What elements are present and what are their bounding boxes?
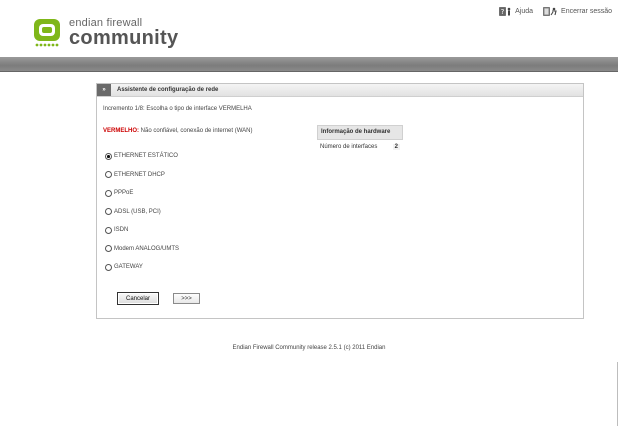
- top-links: ? Ajuda Encerrar sessão: [499, 7, 612, 16]
- option-label: ETHERNET DHCP: [114, 171, 165, 178]
- wizard-panel: » Assistente de configuração de rede Inc…: [96, 83, 584, 319]
- zone-label: VERMELHO:: [103, 128, 139, 134]
- option-adsl[interactable]: ADSL (USB, PCI): [105, 203, 179, 222]
- radio-button[interactable]: [105, 189, 112, 197]
- radio-button[interactable]: [105, 171, 112, 179]
- radio-button[interactable]: [105, 152, 112, 160]
- option-isdn[interactable]: ISDN: [105, 221, 179, 240]
- interface-options: ETHERNET ESTÁTICO ETHERNET DHCP PPPoE AD…: [105, 147, 179, 277]
- hardware-info-title: Informação de hardware: [317, 125, 403, 140]
- double-chevron-icon: »: [97, 84, 111, 96]
- radio-button[interactable]: [105, 263, 112, 271]
- logout-label: Encerrar sessão: [561, 8, 612, 15]
- interfaces-label: Número de interfaces: [320, 144, 378, 150]
- option-label: GATEWAY: [114, 264, 143, 271]
- page: ? Ajuda Encerrar sessão endian firewall …: [0, 0, 618, 426]
- option-label: ISDN: [114, 227, 129, 234]
- radio-button[interactable]: [105, 226, 112, 234]
- option-modem-analog-umts[interactable]: Modem ANALOG/UMTS: [105, 240, 179, 259]
- step-text: Incremento 1/8: Escolha o tipo de interf…: [103, 106, 252, 112]
- header-bar: [0, 57, 618, 72]
- zone-description: VERMELHO: Não confiável, conexão de inte…: [103, 128, 253, 134]
- option-ethernet-dhcp[interactable]: ETHERNET DHCP: [105, 166, 179, 185]
- option-label: ETHERNET ESTÁTICO: [114, 153, 178, 160]
- option-ethernet-static[interactable]: ETHERNET ESTÁTICO: [105, 147, 179, 166]
- help-link[interactable]: ? Ajuda: [499, 7, 533, 16]
- option-label: PPPoE: [114, 190, 134, 197]
- interfaces-value: 2: [392, 144, 400, 150]
- option-label: Modem ANALOG/UMTS: [114, 245, 180, 252]
- logo-line2: community: [69, 27, 179, 49]
- option-pppoe[interactable]: PPPoE: [105, 184, 179, 203]
- logout-link[interactable]: Encerrar sessão: [543, 7, 612, 16]
- hardware-info-table: Informação de hardware Número de interfa…: [317, 125, 403, 152]
- next-button[interactable]: >>>: [173, 293, 200, 304]
- radio-button[interactable]: [105, 245, 112, 253]
- help-label: Ajuda: [515, 8, 534, 15]
- option-label: ADSL (USB, PCI): [114, 208, 161, 215]
- logout-icon: [543, 7, 559, 16]
- wizard-title: Assistente de configuração de rede: [117, 87, 219, 93]
- help-icon: ?: [499, 7, 513, 16]
- hardware-interfaces-row: Número de interfaces 2: [317, 140, 403, 152]
- endian-logo: endian firewall community: [33, 18, 178, 48]
- wizard-header: » Assistente de configuração de rede: [97, 84, 583, 97]
- option-gateway[interactable]: GATEWAY: [105, 258, 179, 277]
- zone-desc: Não confiável, conexão de internet (WAN): [140, 128, 253, 134]
- radio-button[interactable]: [105, 208, 112, 216]
- cancel-button[interactable]: Cancelar: [117, 292, 159, 305]
- footer-text: Endian Firewall Community release 2.5.1 …: [232, 345, 386, 351]
- endian-logo-icon: [33, 18, 63, 48]
- svg-text:?: ?: [501, 8, 505, 16]
